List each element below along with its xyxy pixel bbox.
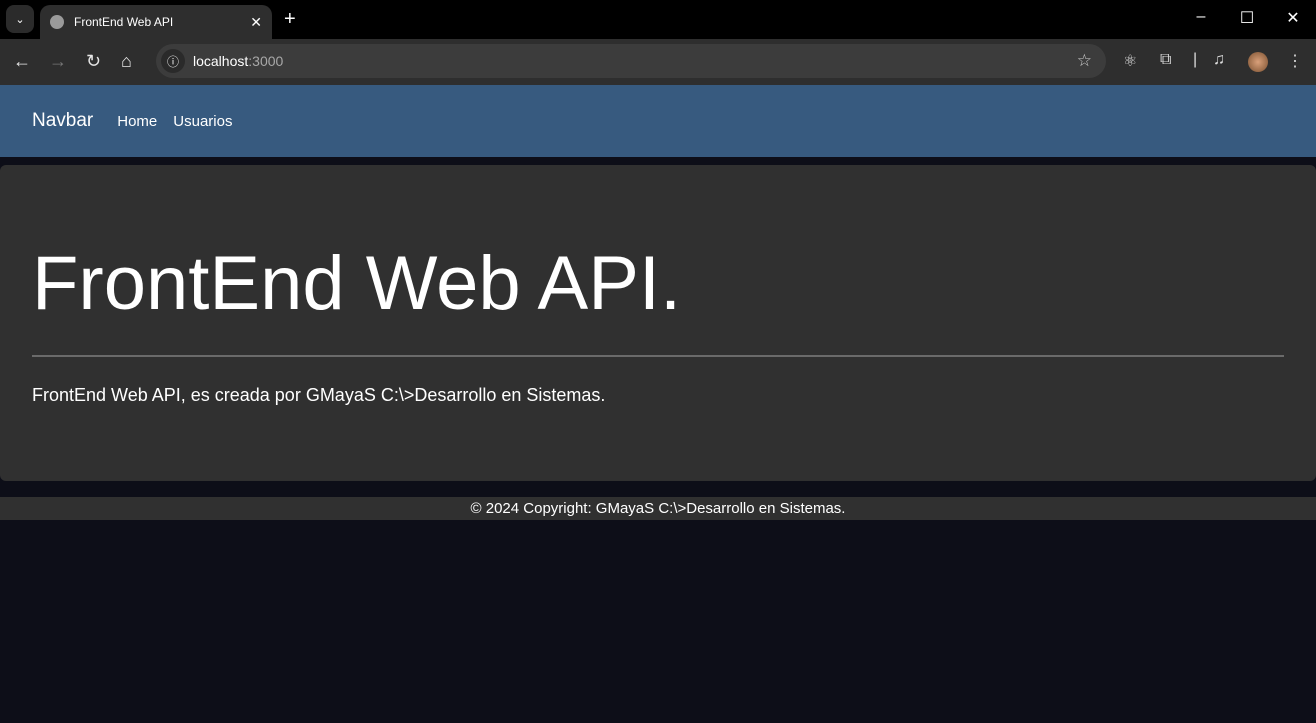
- extensions-icon[interactable]: ⧉: [1160, 51, 1171, 69]
- tab-search-button[interactable]: ⌄: [6, 5, 34, 33]
- info-icon[interactable]: ⓘ: [161, 49, 185, 73]
- maximize-button[interactable]: ☐: [1237, 8, 1257, 28]
- close-window-button[interactable]: ✕: [1283, 8, 1303, 28]
- lead-text: FrontEnd Web API, es creada por GMayaS C…: [32, 385, 606, 405]
- footer: © 2024 Copyright: GMayaS C:\>Desarrollo …: [0, 497, 1316, 520]
- url-host: localhost: [193, 53, 249, 69]
- nav-link-usuarios[interactable]: Usuarios: [173, 113, 232, 130]
- forward-button[interactable]: →: [49, 51, 67, 72]
- new-tab-button[interactable]: +: [284, 8, 296, 31]
- reload-button[interactable]: ↻: [86, 51, 101, 72]
- menu-icon[interactable]: ⋮: [1287, 51, 1303, 71]
- media-control-icon[interactable]: ♫: [1213, 51, 1225, 69]
- nav-link-home[interactable]: Home: [117, 113, 157, 130]
- page-title: FrontEnd Web API.: [32, 241, 682, 326]
- navbar-brand[interactable]: Navbar: [32, 110, 93, 132]
- toolbar-divider: |: [1193, 51, 1198, 68]
- profile-avatar[interactable]: [1248, 52, 1268, 72]
- close-tab-icon[interactable]: ✕: [250, 14, 262, 31]
- url-port: :3000: [248, 53, 284, 69]
- home-button[interactable]: ⌂: [121, 51, 132, 72]
- back-button[interactable]: ←: [13, 51, 31, 72]
- navbar: Navbar Home Usuarios: [0, 85, 1316, 157]
- tab-title: FrontEnd Web API: [74, 15, 174, 29]
- browser-toolbar: ← → ↻ ⌂ ⓘ localhost:3000 ☆ ⚛ ⧉ | ♫ ⋮: [0, 39, 1316, 85]
- react-devtools-icon[interactable]: ⚛: [1123, 51, 1137, 71]
- globe-icon: [50, 15, 64, 29]
- bookmark-star-icon[interactable]: ☆: [1077, 51, 1092, 71]
- browser-tab[interactable]: FrontEnd Web API ✕: [40, 5, 272, 39]
- minimize-button[interactable]: –: [1191, 8, 1211, 26]
- divider: [32, 355, 1284, 357]
- address-bar[interactable]: ⓘ localhost:3000 ☆: [156, 44, 1106, 78]
- tab-strip: ⌄ FrontEnd Web API ✕ + – ☐ ✕: [0, 0, 1316, 39]
- jumbotron: FrontEnd Web API. FrontEnd Web API, es c…: [0, 165, 1316, 481]
